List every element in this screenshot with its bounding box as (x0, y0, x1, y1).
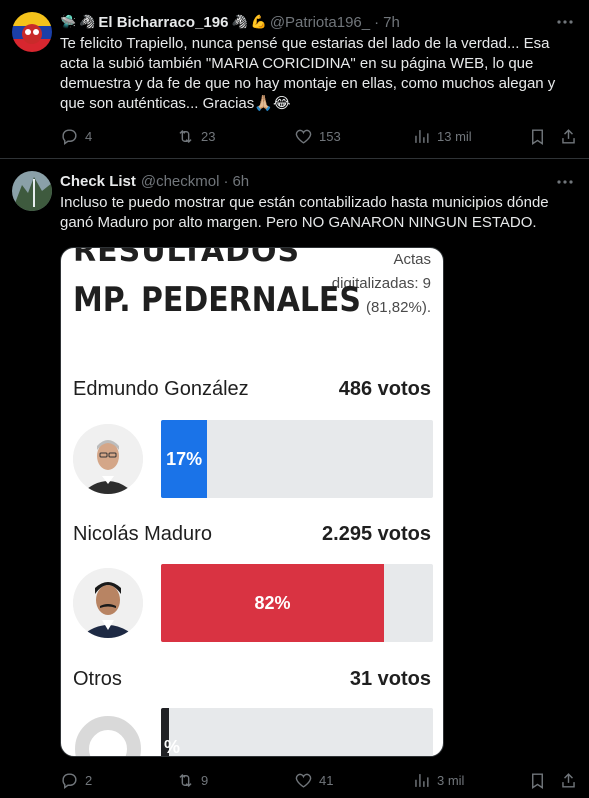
candidate-photo (73, 714, 143, 756)
flexed-arm-icon: 💪 (250, 14, 267, 29)
image-top-text: RESULTADOS (73, 247, 301, 269)
share-button[interactable] (559, 770, 578, 790)
candidate-votes: 31 votos (349, 668, 431, 690)
share-button[interactable] (559, 126, 578, 146)
share-icon (562, 772, 575, 788)
tweet-header: 🛸 🦓 El Bicharraco_196 🦓 💪 @Patriota196_ … (60, 12, 400, 32)
result-bar: % (161, 708, 433, 756)
heart-icon (295, 129, 312, 144)
candidate-name: Edmundo González (73, 378, 249, 400)
bar-fill: % (161, 708, 180, 756)
result-bar: 82% (161, 564, 433, 642)
repost-count: 9 (201, 772, 209, 788)
reply-count: 2 (85, 772, 93, 788)
repost-button[interactable]: 9 (176, 770, 208, 790)
candidate-row: Otros 31 votos (73, 668, 431, 691)
timestamp[interactable]: 6h (232, 173, 249, 190)
bar-percent: 82% (254, 592, 291, 613)
bookmark-icon (532, 772, 543, 789)
antelope-icon: 🦓 (79, 14, 96, 29)
hat-icon: 🛸 (60, 14, 77, 29)
candidate-photo (73, 568, 143, 638)
like-count: 41 (319, 772, 334, 788)
more-icon[interactable] (555, 172, 575, 192)
display-name[interactable]: El Bicharraco_196 (98, 14, 228, 31)
candidate-photo (73, 424, 143, 494)
more-icon[interactable] (555, 12, 575, 32)
candidate-votes: 486 votos (338, 378, 431, 400)
handle[interactable]: @checkmol (141, 173, 220, 190)
views-count: 13 mil (437, 128, 472, 144)
bar-fill: 17% (161, 420, 208, 498)
views-button[interactable]: 3 mil (412, 770, 464, 790)
separator-dot: · (374, 13, 380, 31)
heart-icon (295, 773, 312, 788)
avatar[interactable] (12, 12, 52, 52)
tweet-actions: 4 23 153 13 mil (56, 126, 577, 146)
avatar[interactable] (12, 171, 52, 211)
views-button[interactable]: 13 mil (412, 126, 472, 146)
antelope-icon: 🦓 (231, 14, 248, 29)
views-icon (415, 129, 429, 143)
repost-icon (179, 773, 192, 787)
candidate-name: Nicolás Maduro (73, 523, 212, 545)
repost-button[interactable]: 23 (176, 126, 215, 146)
separator-dot: · (223, 172, 229, 190)
reply-count: 4 (85, 128, 93, 144)
result-bar: 17% (161, 420, 433, 498)
tweet-image[interactable]: RESULTADOS Actas digitalizadas: 9 (81,82… (60, 247, 444, 757)
bookmark-icon (532, 128, 543, 145)
timestamp[interactable]: 7h (383, 14, 400, 31)
tweet[interactable]: 🛸 🦓 El Bicharraco_196 🦓 💪 @Patriota196_ … (0, 0, 589, 159)
like-button[interactable]: 41 (294, 770, 333, 790)
views-count: 3 mil (437, 772, 465, 788)
like-count: 153 (319, 128, 341, 144)
tweet-text: Te felicito Trapiello, nunca pensé que e… (60, 35, 556, 112)
like-button[interactable]: 153 (294, 126, 341, 146)
display-name[interactable]: Check List (60, 173, 136, 190)
repost-count: 23 (201, 128, 216, 144)
bar-percent: % (164, 736, 181, 757)
bookmark-button[interactable] (528, 126, 547, 146)
tweet[interactable]: Check List @checkmol · 6h Incluso te pue… (0, 160, 589, 798)
candidate-row: Nicolás Maduro 2.295 votos (73, 523, 431, 546)
candidate-name: Otros (73, 668, 122, 690)
handle[interactable]: @Patriota196_ (270, 14, 370, 31)
share-icon (562, 128, 575, 144)
candidate-row: Edmundo González 486 votos (73, 378, 431, 401)
reply-icon (62, 772, 77, 789)
repost-icon (179, 129, 192, 143)
tweet-text: Incluso te puedo mostrar que están conta… (60, 194, 549, 231)
reply-button[interactable]: 2 (60, 770, 92, 790)
image-title: MP. PEDERNALES (73, 280, 361, 320)
bookmark-button[interactable] (528, 770, 547, 790)
bar-percent: 17% (166, 448, 203, 469)
views-icon (415, 773, 429, 787)
bar-fill: 82% (161, 564, 385, 642)
reply-icon (62, 128, 77, 145)
reply-button[interactable]: 4 (60, 126, 92, 146)
tweet-header: Check List @checkmol · 6h (60, 171, 249, 191)
tweet-actions: 2 9 41 3 mil (56, 770, 577, 790)
candidate-votes: 2.295 votos (322, 523, 431, 545)
